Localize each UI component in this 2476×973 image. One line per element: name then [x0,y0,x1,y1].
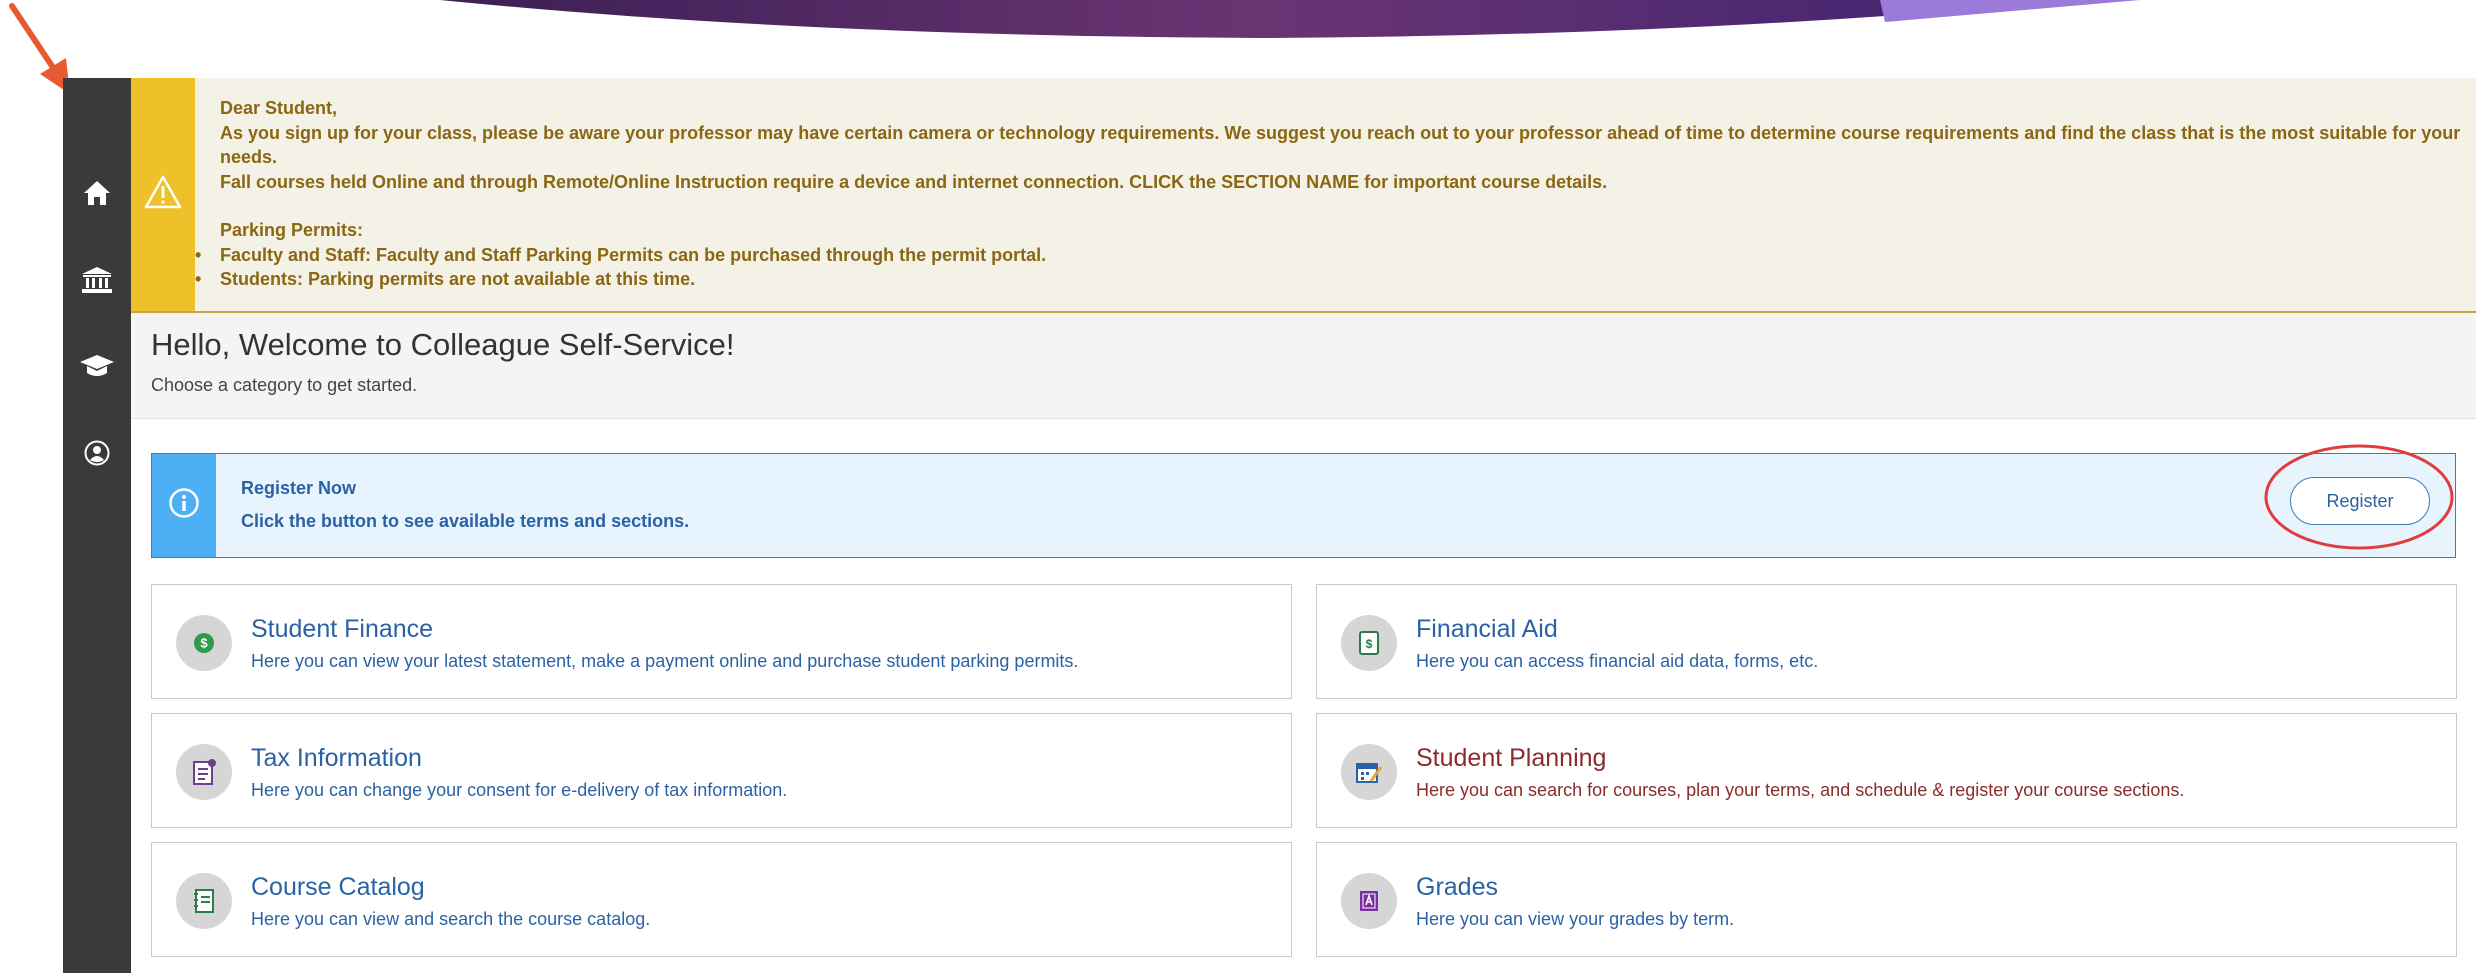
nav-home[interactable] [63,163,131,223]
svg-text:$: $ [200,636,208,651]
catalog-book-icon [176,873,232,929]
tile-title: Student Planning [1416,744,1607,772]
welcome-header: Hello, Welcome to Colleague Self-Service… [131,313,2476,419]
tile-course-catalog[interactable]: Course Catalog Here you can view and sea… [151,842,1292,957]
alert-line-1: As you sign up for your class, please be… [220,122,2461,168]
graduation-cap-icon [79,354,115,378]
bank-icon [81,266,113,294]
register-title: Register Now [241,478,357,498]
tile-description: Here you can view and search the course … [251,909,651,929]
register-description: Click the button to see available terms … [241,511,690,531]
register-button[interactable]: Register [2290,477,2430,525]
tile-grades[interactable]: Grades Here you can view your grades by … [1316,842,2457,957]
alert-greeting: Dear Student, [220,98,338,118]
tile-description: Here you can search for courses, plan yo… [1416,780,2185,800]
tile-title: Student Finance [251,615,434,643]
tile-description: Here you can view your latest statement,… [251,651,1079,671]
tile-description: Here you can view your grades by term. [1416,909,1735,929]
tile-title: Tax Information [251,744,422,772]
alert-body: Dear Student, As you sign up for your cl… [195,96,2464,292]
alert-bullet-students: Students: Parking permits are not availa… [195,267,2464,292]
page-subtitle: Choose a category to get started. [151,375,418,395]
svg-text:$: $ [1366,637,1373,651]
tile-tax-information[interactable]: Tax Information Here you can change your… [151,713,1292,828]
info-icon [168,487,200,524]
dollar-icon: $ [176,615,232,671]
tile-description: Here you can change your consent for e-d… [251,780,788,800]
alert-line-2: Fall courses held Online and through Rem… [220,171,1608,192]
financial-aid-icon: $ [1341,615,1397,671]
tile-student-finance[interactable]: $ Student Finance Here you can view your… [151,584,1292,699]
page-title: Hello, Welcome to Colleague Self-Service… [151,327,735,362]
tile-description: Here you can access financial aid data, … [1416,651,1819,671]
tile-title: Financial Aid [1416,615,1558,643]
top-decorative-banner [440,0,2140,38]
alert-bullets: Faculty and Staff: Faculty and Staff Par… [195,243,2464,292]
register-strip [152,454,216,557]
tax-document-icon [176,744,232,800]
left-sidebar-nav [63,78,131,973]
home-icon [83,180,111,206]
tile-student-planning[interactable]: Student Planning Here you can search for… [1316,713,2457,828]
alert-parking-heading: Parking Permits: [220,220,364,240]
nav-academics[interactable] [63,336,131,396]
tile-title: Grades [1416,873,1498,901]
calendar-planning-icon [1341,744,1397,800]
register-now-card: Register Now Click the button to see ava… [151,453,2456,558]
user-profile-icon [84,440,110,466]
grades-icon [1341,873,1397,929]
tile-financial-aid[interactable]: $ Financial Aid Here you can access fina… [1316,584,2457,699]
announcement-alert: Dear Student, As you sign up for your cl… [131,78,2476,313]
tile-title: Course Catalog [251,873,425,901]
nav-profile[interactable] [63,423,131,483]
warning-icon [144,175,182,214]
alert-bullet-staff: Faculty and Staff: Faculty and Staff Par… [195,243,2464,268]
nav-finance[interactable] [63,250,131,310]
alert-strip [131,78,195,311]
